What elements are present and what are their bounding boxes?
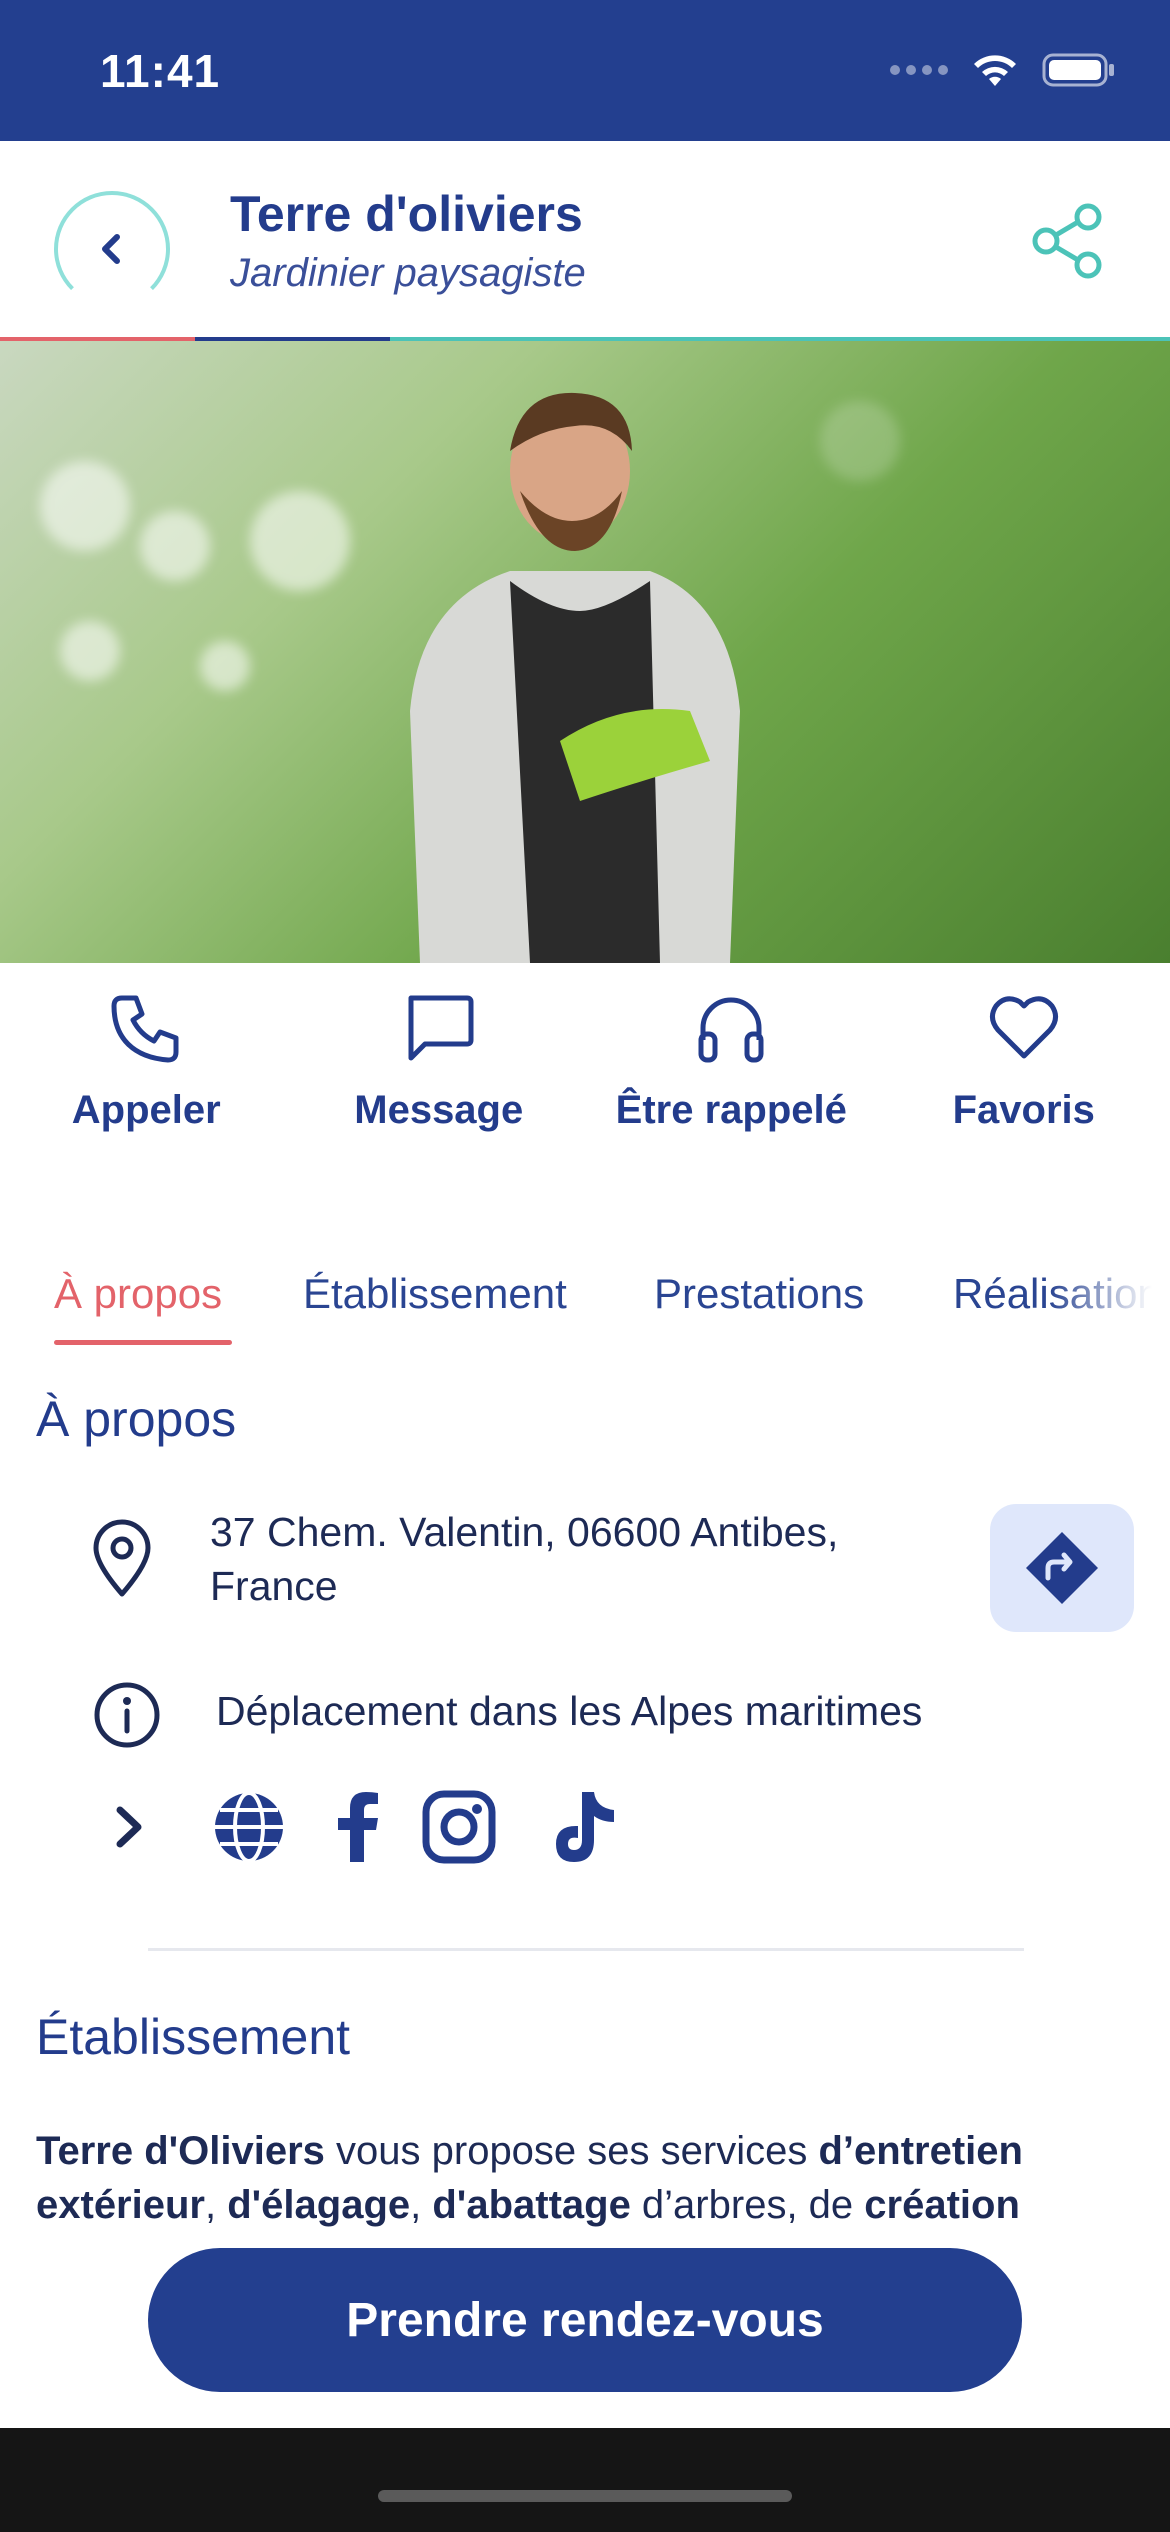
callback-button[interactable]: Être rappelé bbox=[585, 990, 878, 1160]
wifi-icon bbox=[974, 55, 1016, 86]
social-links bbox=[108, 1790, 618, 1864]
callback-label: Être rappelé bbox=[615, 1088, 847, 1132]
desc-text-4: d’arbres, de bbox=[630, 2183, 865, 2227]
message-label: Message bbox=[354, 1088, 524, 1132]
message-icon bbox=[408, 995, 474, 1061]
section-tabs: À propos Établissement Prestations Réali… bbox=[0, 1270, 1170, 1350]
call-button[interactable]: Appeler bbox=[0, 990, 293, 1160]
facebook-icon[interactable] bbox=[336, 1790, 380, 1864]
desc-service-creation: création bbox=[864, 2183, 1020, 2227]
heart-icon bbox=[989, 996, 1058, 1059]
back-button[interactable] bbox=[54, 191, 170, 307]
phone-icon bbox=[111, 995, 179, 1063]
directions-button[interactable] bbox=[990, 1504, 1134, 1632]
quick-actions: Appeler Message Être rappelé Favoris bbox=[0, 990, 1170, 1160]
tabs-fade-overlay bbox=[1050, 1270, 1170, 1350]
business-category: Jardinier paysagiste bbox=[230, 251, 586, 295]
tab-services[interactable]: Prestations bbox=[654, 1270, 864, 1318]
section-divider bbox=[148, 1948, 1024, 1951]
travel-area-text: Déplacement dans les Alpes maritimes bbox=[216, 1688, 923, 1734]
establishment-description: Terre d'Oliviers vous propose ses servic… bbox=[36, 2124, 1136, 2232]
home-indicator[interactable] bbox=[378, 2490, 792, 2502]
bottom-safe-area bbox=[0, 2428, 1170, 2532]
address-line-1[interactable]: 37 Chem. Valentin, 06600 Antibes, bbox=[210, 1505, 838, 1559]
message-button[interactable]: Message bbox=[293, 990, 586, 1160]
info-icon bbox=[94, 1682, 160, 1748]
tab-about[interactable]: À propos bbox=[54, 1270, 222, 1318]
share-icon[interactable] bbox=[1026, 199, 1110, 283]
status-indicators bbox=[890, 52, 1116, 88]
active-tab-indicator bbox=[54, 1340, 232, 1345]
location-pin-icon bbox=[93, 1519, 151, 1597]
chevron-left-icon bbox=[102, 234, 120, 264]
desc-business-name: Terre d'Oliviers bbox=[36, 2129, 325, 2173]
headphones-icon bbox=[698, 997, 764, 1063]
battery-icon bbox=[1042, 53, 1114, 87]
tab-establishment[interactable]: Établissement bbox=[303, 1270, 567, 1318]
business-name: Terre d'oliviers bbox=[230, 186, 583, 242]
address-line-2[interactable]: France bbox=[210, 1559, 338, 1613]
profile-header: Terre d'oliviers Jardinier paysagiste bbox=[0, 141, 1170, 339]
gardener-illustration bbox=[410, 392, 740, 963]
desc-service-pruning: d'élagage bbox=[227, 2183, 411, 2227]
desc-text-3: , bbox=[410, 2183, 433, 2227]
desc-text-1: vous propose ses services bbox=[324, 2129, 819, 2173]
desc-service-felling: d'abattage bbox=[432, 2183, 631, 2227]
status-time: 11:41 bbox=[100, 45, 221, 97]
about-section-title: À propos bbox=[36, 1391, 237, 1447]
instagram-icon[interactable] bbox=[422, 1790, 496, 1864]
desc-text-2: , bbox=[204, 2183, 228, 2227]
favorites-label: Favoris bbox=[952, 1088, 1095, 1132]
book-appointment-button[interactable]: Prendre rendez-vous bbox=[148, 2248, 1022, 2392]
establishment-section-title: Établissement bbox=[36, 2009, 351, 2065]
directions-icon bbox=[1026, 1532, 1098, 1604]
favorites-button[interactable]: Favoris bbox=[878, 990, 1170, 1160]
cellular-signal-icon bbox=[890, 65, 948, 75]
call-label: Appeler bbox=[71, 1088, 221, 1132]
chevron-right-icon[interactable] bbox=[108, 1802, 152, 1852]
globe-icon[interactable] bbox=[212, 1790, 286, 1864]
status-bar: 11:41 bbox=[0, 0, 1170, 141]
tiktok-icon[interactable] bbox=[552, 1790, 618, 1864]
hero-photo[interactable] bbox=[0, 341, 1170, 963]
